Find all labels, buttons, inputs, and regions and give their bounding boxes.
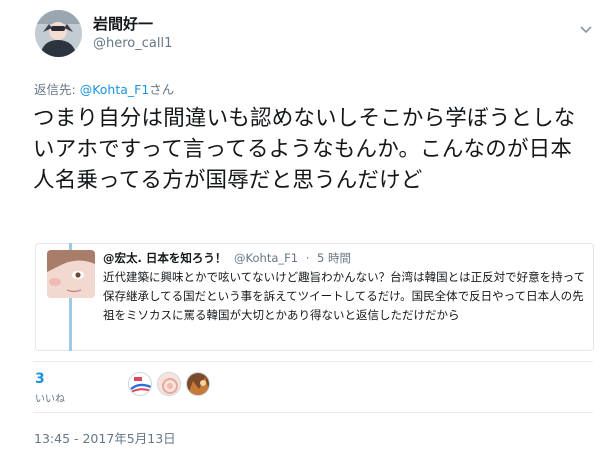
tweet-text: つまり自分は間違いも認めないしそこから学ぼうとしないアホですって言ってるようなも… [33, 106, 576, 193]
quoted-author-name[interactable]: @宏太. 日本を知ろう！ [103, 251, 226, 265]
quoted-header: @宏太. 日本を知ろう！ @Kohta_F1 · 5 時間 [103, 250, 351, 266]
likes-count[interactable]: 3 [35, 371, 45, 387]
liker-avatar[interactable] [186, 372, 210, 396]
reply-to-line: 返信先: @Kohta_F1さん [34, 79, 174, 98]
liker-avatar[interactable] [157, 372, 181, 396]
quoted-time[interactable]: 5 時間 [317, 251, 351, 265]
liker-avatars [128, 372, 215, 396]
liker-avatar[interactable] [128, 372, 152, 396]
tweet-timestamp[interactable]: 13:45 - 2017年5月13日 [34, 428, 176, 447]
author-handle[interactable]: @hero_call1 [93, 36, 172, 51]
reply-to-mention[interactable]: @Kohta_F1 [80, 82, 150, 97]
quoted-author-avatar[interactable] [47, 250, 95, 298]
author-name[interactable]: 岩間好一 [93, 13, 153, 34]
stats-top-divider [33, 361, 593, 362]
quoted-separator: · [305, 251, 310, 265]
chevron-down-icon[interactable] [578, 24, 594, 36]
reply-to-prefix: 返信先: [34, 82, 80, 97]
likes-label[interactable]: いいね [35, 390, 65, 405]
reply-to-suffix: さん [149, 82, 175, 97]
quoted-tweet-text: 近代建築に興味とかで呟いてないけど趣旨わかんない？台湾は韓国とは正反対で好意を持… [103, 270, 586, 322]
stats-bottom-divider [33, 412, 593, 413]
author-avatar[interactable] [35, 10, 82, 57]
quoted-author-handle[interactable]: @Kohta_F1 [234, 251, 298, 265]
